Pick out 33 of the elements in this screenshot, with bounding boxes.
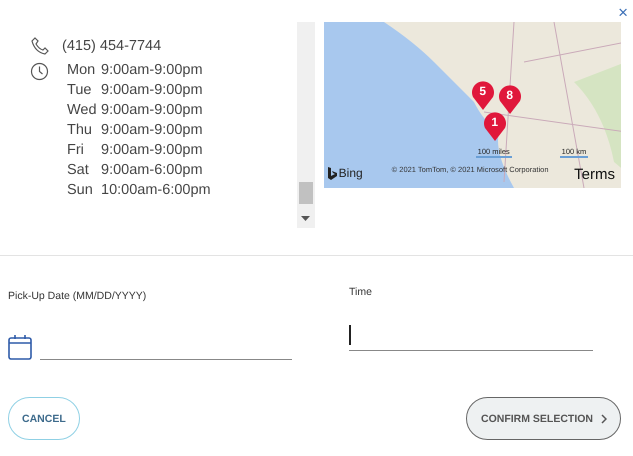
opening-hours: 10:00am-6:00pm (101, 182, 211, 198)
clock-icon (30, 62, 49, 81)
field-label: Pick-Up Date (MM/DD/YYYY) (8, 290, 148, 304)
map-pin[interactable]: 5 (470, 80, 496, 110)
bing-logo-icon (328, 166, 337, 180)
opening-hours: 9:00am-6:00pm (101, 162, 204, 178)
day-label: Sun (67, 182, 94, 198)
phone-number: (415) 454-7744 (62, 38, 162, 54)
confirm-button[interactable]: CONFIRM SELECTION (466, 397, 621, 440)
map-pin[interactable]: 8 (496, 84, 523, 114)
opening-hours: 9:00am-9:00pm (101, 122, 204, 138)
opening-hours: 9:00am-9:00pm (101, 102, 204, 118)
field-label: Time (349, 286, 373, 300)
scroll-down-arrow-icon[interactable] (300, 216, 310, 222)
day-label: Tue (67, 82, 92, 98)
cancel-button[interactable]: CANCEL (8, 397, 80, 440)
opening-hours: 9:00am-9:00pm (101, 142, 204, 158)
scrollbar-thumb[interactable] (298, 182, 313, 204)
calendar-icon[interactable] (8, 334, 32, 360)
map-pin[interactable]: 1 (482, 111, 508, 141)
day-label: Fri (67, 142, 85, 158)
opening-hours: 9:00am-9:00pm (101, 82, 204, 98)
day-label: Wed (67, 102, 98, 118)
day-label: Mon (67, 62, 96, 78)
terms-link[interactable]: Terms (574, 166, 615, 183)
day-label: Thu (67, 122, 93, 138)
opening-hours: 9:00am-9:00pm (101, 62, 204, 78)
map-logo-text: Bing (338, 166, 363, 180)
phone-icon (30, 36, 50, 56)
scrollbar[interactable] (296, 22, 315, 228)
close-button[interactable]: × (614, 4, 632, 22)
chevron-right-icon (601, 414, 607, 424)
day-label: Sat (67, 162, 90, 178)
